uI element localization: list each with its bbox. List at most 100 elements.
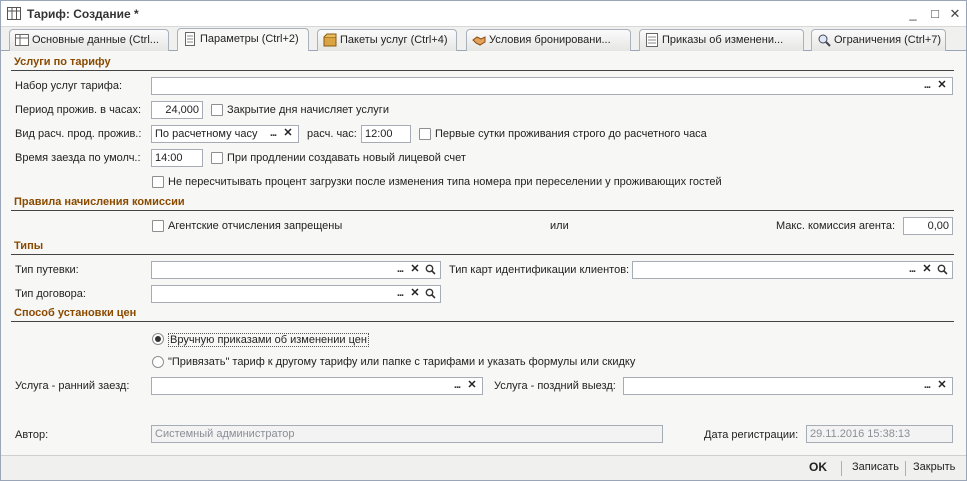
contract-type-field[interactable]: ... ✕ — [151, 285, 441, 303]
author-label: Автор: — [15, 429, 49, 441]
calc-type-label: Вид расч. прод. прожив.: — [15, 128, 142, 140]
tab-label: Пакеты услуг (Ctrl+4) — [340, 34, 448, 46]
tab-restrictions[interactable]: Ограничения (Ctrl+7) — [811, 29, 946, 51]
table-icon — [7, 7, 21, 20]
select-button[interactable]: ... — [905, 262, 919, 278]
or-label: или — [550, 220, 569, 232]
card-type-field[interactable]: ... ✕ — [632, 261, 953, 279]
stay-period-label: Период прожив. в часах: — [15, 104, 142, 116]
services-set-label: Набор услуг тарифа: — [15, 80, 123, 92]
separator — [905, 461, 906, 476]
ok-button[interactable]: OK — [809, 460, 827, 474]
agent-forbidden-label: Агентские отчисления запрещены — [168, 220, 343, 232]
command-bar: OK Записать Закрыть — [1, 455, 966, 480]
first-day-checkbox[interactable] — [419, 128, 431, 140]
tab-parameters[interactable]: Параметры (Ctrl+2) — [177, 28, 309, 51]
close-window-button[interactable]: ✕ — [946, 5, 964, 23]
reg-date-field: 29.11.2016 15:38:13 — [806, 425, 953, 443]
handshake-icon — [472, 36, 486, 46]
day-close-label: Закрытие дня начисляет услуги — [227, 104, 389, 116]
new-account-label: При продлении создавать новый лицевой сч… — [227, 152, 466, 164]
no-recalc-checkbox[interactable] — [152, 176, 164, 188]
package-icon — [323, 33, 337, 47]
clear-icon[interactable]: ✕ — [408, 262, 422, 278]
section-title-types: Типы — [14, 240, 44, 252]
early-checkin-label: Услуга - ранний заезд: — [15, 380, 130, 392]
price-manual-radio[interactable] — [152, 333, 164, 345]
search-icon[interactable] — [423, 286, 437, 302]
section-divider — [11, 321, 954, 322]
voucher-type-field[interactable]: ... ✕ — [151, 261, 441, 279]
no-recalc-label: Не пересчитывать процент загрузки после … — [168, 176, 722, 188]
magnifier-icon — [818, 34, 831, 47]
tariff-window: Тариф: Создание * _ □ ✕ Основные данные … — [0, 0, 967, 481]
tab-booking-conditions[interactable]: Условия бронировани... — [466, 29, 631, 51]
agent-forbidden-checkbox[interactable] — [152, 220, 164, 232]
day-close-checkbox[interactable] — [211, 104, 223, 116]
tab-label: Параметры (Ctrl+2) — [200, 33, 299, 45]
clear-icon[interactable]: ✕ — [281, 126, 295, 142]
early-checkin-field[interactable]: ... ✕ — [151, 377, 483, 395]
price-bind-label: "Привязать" тариф к другому тарифу или п… — [168, 356, 636, 368]
table-icon — [15, 34, 29, 46]
contract-type-label: Тип договора: — [15, 288, 86, 300]
select-button[interactable]: ... — [393, 262, 407, 278]
title-bar: Тариф: Создание * _ □ ✕ — [1, 1, 966, 27]
maximize-button[interactable]: □ — [926, 5, 944, 23]
section-divider — [11, 70, 954, 71]
section-title-services: Услуги по тарифу — [14, 56, 111, 68]
select-button[interactable]: ... — [920, 78, 934, 94]
window-title: Тариф: Создание * — [27, 7, 139, 21]
tab-service-packages[interactable]: Пакеты услуг (Ctrl+4) — [317, 29, 457, 51]
price-manual-label: Вручную приказами об изменении цен — [168, 333, 369, 347]
minimize-button[interactable]: _ — [904, 5, 922, 23]
clear-icon[interactable]: ✕ — [408, 286, 422, 302]
tab-label: Условия бронировани... — [489, 34, 611, 46]
separator — [841, 461, 842, 476]
section-title-commission: Правила начисления комиссии — [14, 196, 185, 208]
document-icon — [185, 32, 195, 46]
tab-bar: Основные данные (Ctrl... Параметры (Ctrl… — [1, 27, 966, 51]
clear-icon[interactable]: ✕ — [935, 78, 949, 94]
save-button[interactable]: Записать — [852, 461, 899, 473]
tab-label: Приказы об изменени... — [662, 34, 784, 46]
new-account-checkbox[interactable] — [211, 152, 223, 164]
close-button[interactable]: Закрыть — [913, 461, 955, 473]
clear-icon[interactable]: ✕ — [935, 378, 949, 394]
clear-icon[interactable]: ✕ — [920, 262, 934, 278]
section-divider — [11, 254, 954, 255]
search-icon[interactable] — [935, 262, 949, 278]
section-divider — [11, 210, 954, 211]
calc-type-value: По расчетному часу — [155, 128, 258, 140]
checkin-time-label: Время заезда по умолч.: — [15, 152, 141, 164]
first-day-label: Первые сутки проживания строго до расчет… — [435, 128, 707, 140]
max-commission-label: Макс. комиссия агента: — [776, 220, 896, 232]
voucher-type-label: Тип путевки: — [15, 264, 79, 276]
late-checkout-label: Услуга - поздний выезд: — [494, 380, 616, 392]
services-set-field[interactable]: ... ✕ — [151, 77, 953, 95]
select-button[interactable]: ... — [266, 126, 280, 142]
section-title-prices: Способ установки цен — [14, 307, 137, 319]
author-field: Системный администратор — [151, 425, 663, 443]
late-checkout-field[interactable]: ... ✕ — [623, 377, 953, 395]
calc-hour-label: расч. час: — [307, 128, 357, 140]
stay-period-field[interactable]: 24,000 — [151, 101, 203, 119]
list-icon — [646, 33, 658, 47]
calc-hour-field[interactable]: 12:00 — [361, 125, 411, 143]
tab-main-data[interactable]: Основные данные (Ctrl... — [9, 29, 169, 51]
tab-label: Ограничения (Ctrl+7) — [834, 34, 942, 46]
price-bind-radio[interactable] — [152, 356, 164, 368]
parameters-panel: Услуги по тарифу Набор услуг тарифа: ...… — [1, 51, 966, 455]
search-icon[interactable] — [423, 262, 437, 278]
card-type-label: Тип карт идентификации клиентов: — [449, 264, 630, 276]
tab-label: Основные данные (Ctrl... — [32, 34, 159, 46]
select-button[interactable]: ... — [920, 378, 934, 394]
reg-date-label: Дата регистрации: — [704, 429, 799, 441]
select-button[interactable]: ... — [393, 286, 407, 302]
checkin-time-field[interactable]: 14:00 — [151, 149, 203, 167]
calc-type-field[interactable]: По расчетному часу ... ✕ — [151, 125, 299, 143]
clear-icon[interactable]: ✕ — [465, 378, 479, 394]
select-button[interactable]: ... — [450, 378, 464, 394]
tab-change-orders[interactable]: Приказы об изменени... — [639, 29, 804, 51]
max-commission-field[interactable]: 0,00 — [903, 217, 953, 235]
